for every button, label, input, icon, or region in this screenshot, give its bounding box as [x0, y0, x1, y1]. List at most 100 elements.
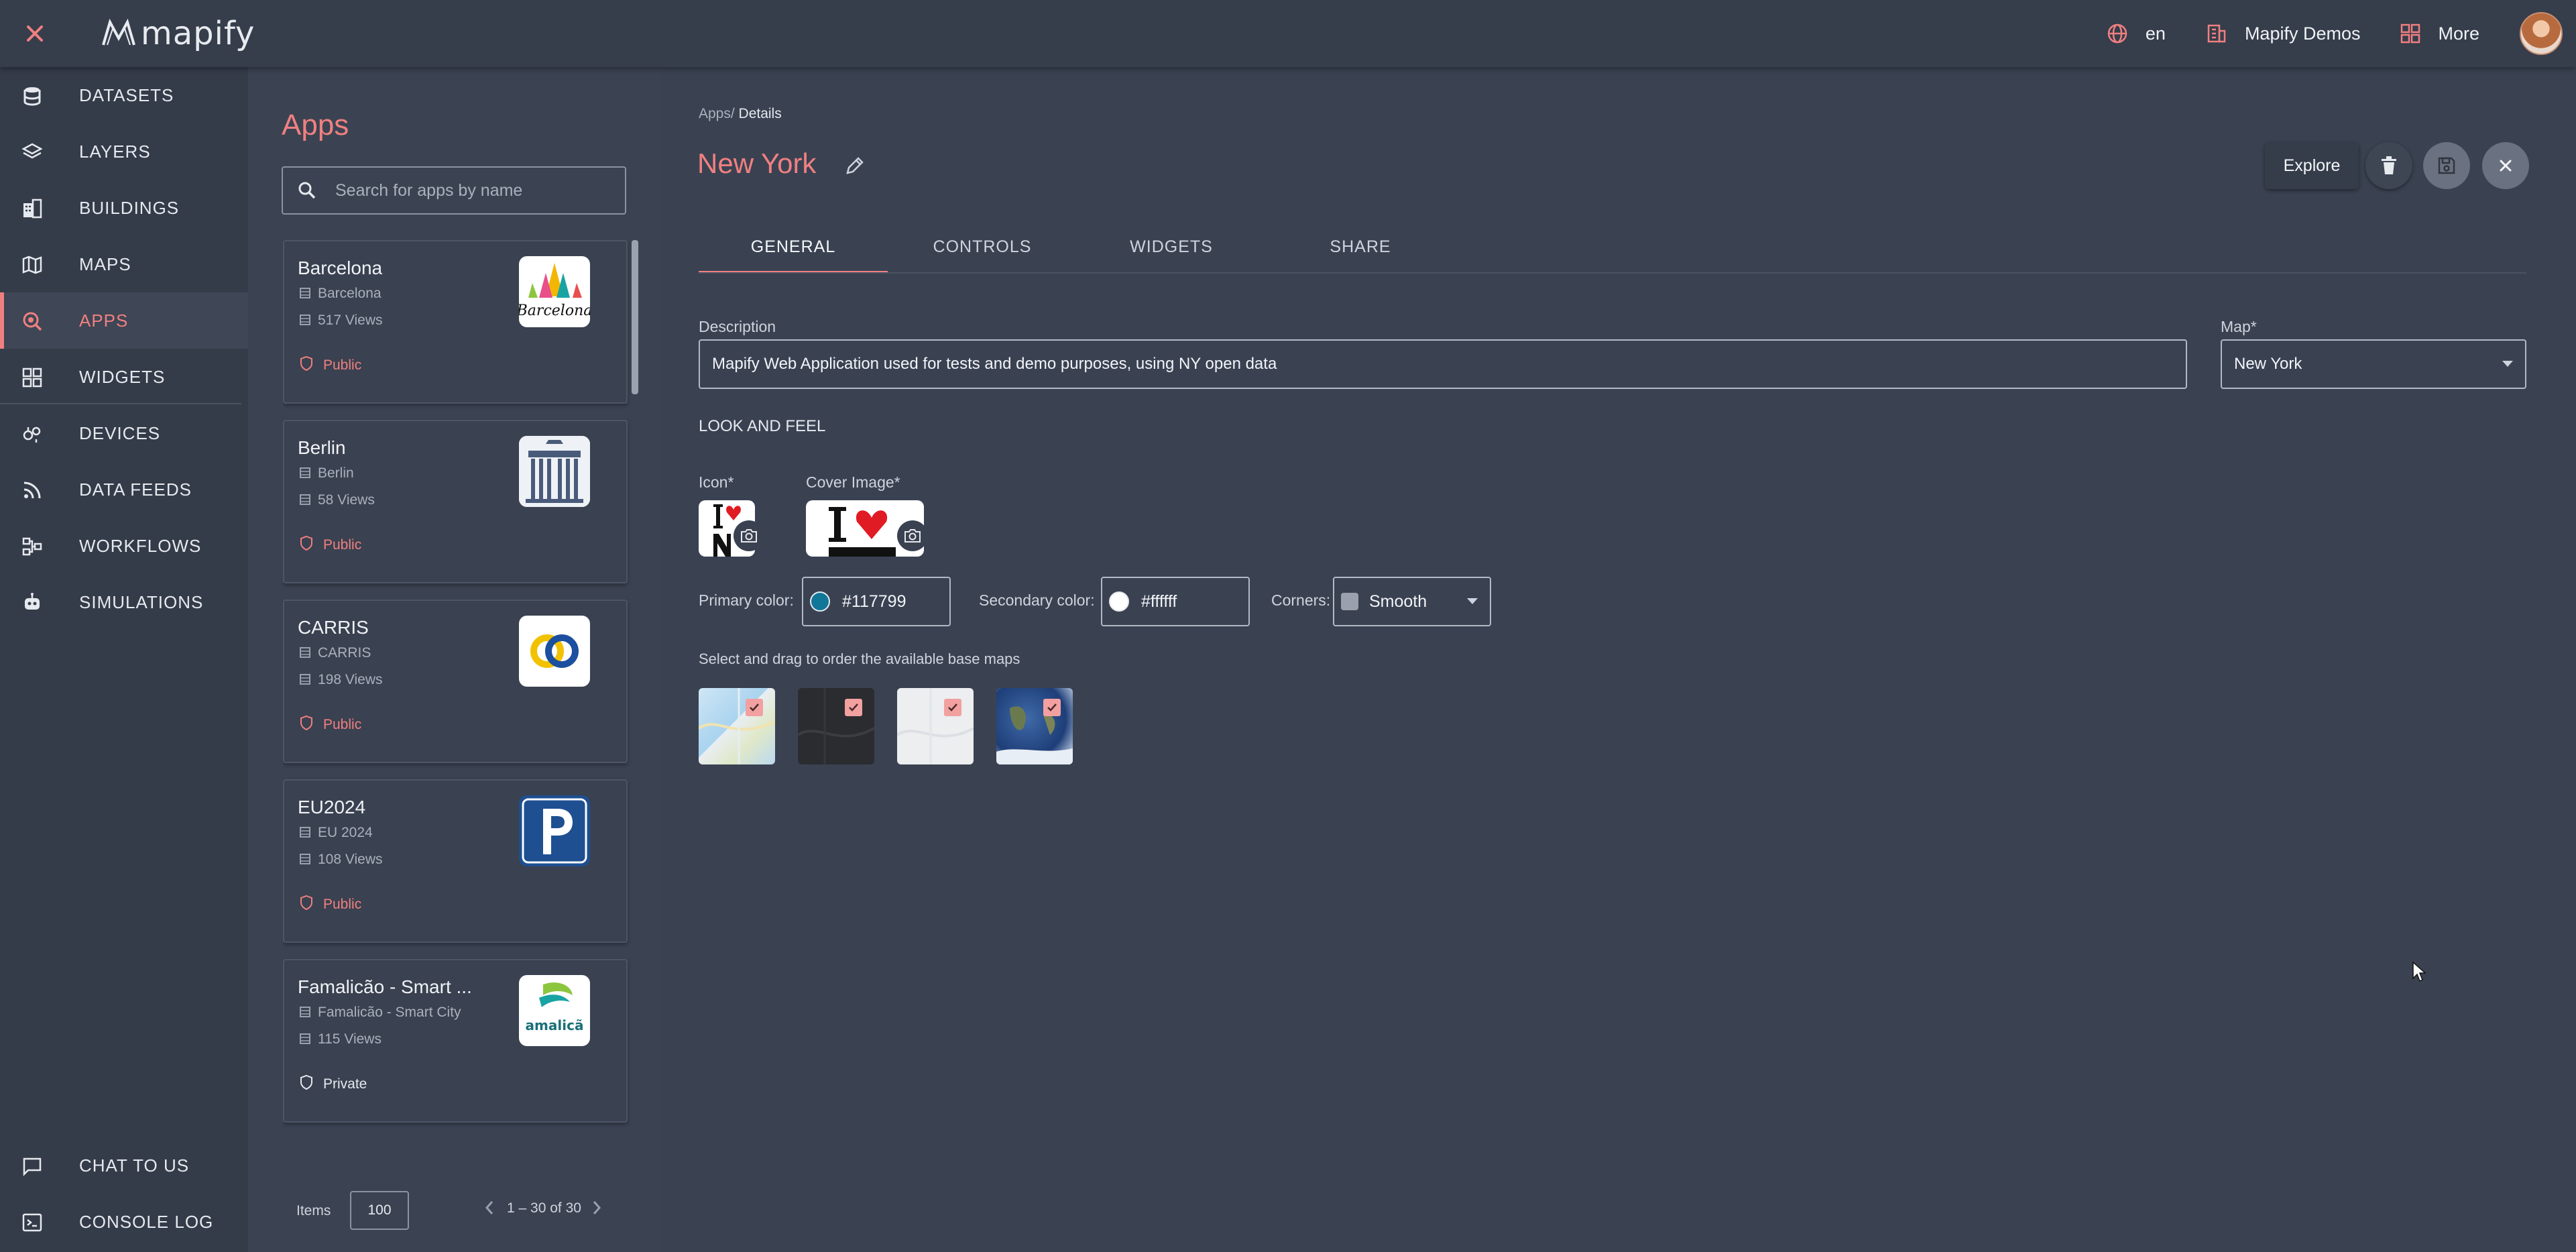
sidebar-item-maps[interactable]: MAPS — [0, 236, 248, 292]
sidebar-item-label: WIDGETS — [79, 366, 166, 387]
app-name: Barcelona — [298, 258, 383, 278]
basemap-satellite[interactable] — [996, 688, 1073, 764]
sidebar-item-label: SIMULATIONS — [79, 591, 204, 612]
checkbox-checked-icon[interactable] — [845, 699, 862, 716]
svg-text:Barcelona: Barcelona — [519, 302, 590, 319]
sidebar: DATASETS LAYERS BUILDINGS MAPS APPS WIDG… — [0, 67, 248, 1252]
change-cover-button[interactable] — [897, 520, 928, 551]
primary-color-value: #117799 — [842, 591, 906, 611]
views-icon — [300, 1033, 310, 1044]
map-select[interactable]: New York — [2221, 339, 2526, 389]
sidebar-item-widgets[interactable]: WIDGETS — [0, 349, 248, 405]
tab-controls[interactable]: CONTROLS — [888, 221, 1077, 272]
sidebar-item-devices[interactable]: DEVICES — [0, 405, 248, 461]
basemap-dark[interactable] — [798, 688, 874, 764]
building-icon — [2207, 24, 2226, 43]
search-input[interactable] — [334, 180, 605, 201]
svg-text:amalicã: amalicã — [526, 1017, 584, 1033]
shield-icon — [300, 1074, 312, 1090]
chat-icon — [23, 1157, 42, 1177]
secondary-color-swatch[interactable] — [1109, 591, 1129, 612]
organization-selector[interactable]: Mapify Demos — [2206, 23, 2360, 44]
sidebar-item-chat[interactable]: CHAT TO US — [0, 1137, 248, 1194]
app-name: Berlin — [298, 437, 346, 458]
primary-color-field[interactable]: #117799 — [802, 577, 951, 626]
app-visibility: Public — [323, 357, 362, 373]
sidebar-item-layers[interactable]: LAYERS — [0, 123, 248, 180]
app-name: CARRIS — [298, 617, 369, 638]
corners-value: Smooth — [1369, 591, 1427, 611]
app-subtitle: EU 2024 — [318, 825, 373, 840]
checkbox-checked-icon[interactable] — [944, 699, 961, 716]
more-menu[interactable]: More — [2400, 23, 2479, 44]
database-icon — [300, 1007, 310, 1017]
apps-icon — [23, 312, 42, 331]
checkbox-checked-icon[interactable] — [1043, 699, 1061, 716]
basemap-light[interactable] — [699, 688, 775, 764]
sidebar-item-datasets[interactable]: DATASETS — [0, 67, 248, 123]
sidebar-item-console-log[interactable]: CONSOLE LOG — [0, 1194, 248, 1250]
secondary-color-value: #ffffff — [1141, 591, 1177, 611]
corners-select[interactable]: Smooth — [1333, 577, 1491, 626]
tab-widgets[interactable]: WIDGETS — [1077, 221, 1266, 272]
app-visibility: Public — [323, 717, 362, 732]
primary-color-swatch[interactable] — [810, 591, 830, 612]
map-label: Map* — [2221, 318, 2257, 335]
breadcrumb-current: Details — [734, 106, 782, 121]
app-card-famalicao[interactable]: Famalicão - Smart ... Famalicão - Smart … — [283, 959, 628, 1123]
chevron-left-icon[interactable] — [483, 1199, 496, 1216]
avatar[interactable] — [2520, 12, 2563, 55]
app-name: Famalicão - Smart ... — [298, 976, 472, 997]
app-thumbnail-carris — [519, 616, 590, 687]
change-icon-button[interactable] — [734, 520, 764, 551]
apps-panel-title: Apps — [282, 109, 349, 141]
delete-button[interactable] — [2365, 142, 2412, 189]
app-name: EU2024 — [298, 797, 366, 817]
basemap-gray[interactable] — [897, 688, 974, 764]
explore-button[interactable]: Explore — [2265, 142, 2359, 189]
app-subtitle: CARRIS — [318, 645, 371, 661]
list-scrollbar[interactable] — [632, 240, 638, 394]
breadcrumb-apps-link[interactable]: Apps/ — [699, 106, 735, 121]
search-field[interactable] — [282, 166, 626, 215]
app-views: 517 Views — [318, 312, 383, 328]
sidebar-item-apps[interactable]: APPS — [0, 292, 248, 349]
checkbox-checked-icon[interactable] — [746, 699, 763, 716]
tab-share[interactable]: SHARE — [1266, 221, 1455, 272]
secondary-color-label: Secondary color: — [979, 591, 1095, 609]
secondary-color-field[interactable]: #ffffff — [1101, 577, 1250, 626]
language-selector[interactable]: en — [2107, 23, 2166, 44]
sidebar-item-label: LAYERS — [79, 141, 151, 162]
more-label: More — [2438, 23, 2479, 44]
sidebar-item-workflows[interactable]: WORKFLOWS — [0, 518, 248, 574]
mapify-logo-mark — [102, 18, 135, 46]
app-card-carris[interactable]: CARRIS CARRIS 198 Views Public — [283, 600, 628, 763]
camera-icon — [741, 529, 757, 543]
devices-icon — [23, 426, 41, 443]
app-views: 198 Views — [318, 672, 383, 687]
app-card-eu2024[interactable]: EU2024 EU 2024 108 Views Public — [283, 779, 628, 943]
sidebar-item-buildings[interactable]: BUILDINGS — [0, 180, 248, 236]
app-thumbnail-berlin — [519, 436, 590, 507]
save-button[interactable] — [2423, 142, 2470, 189]
pagination-range: 1 – 30 of 30 — [507, 1200, 581, 1216]
app-card-berlin[interactable]: Berlin Berlin 58 Views Public — [283, 420, 628, 583]
grid-icon — [2401, 23, 2420, 44]
app-card-barcelona[interactable]: Barcelona Barcelona 517 Views Public Bar… — [283, 240, 628, 404]
close-detail-button[interactable] — [2482, 142, 2529, 189]
pencil-icon[interactable] — [843, 154, 866, 177]
description-field[interactable]: Mapify Web Application used for tests an… — [699, 339, 2187, 389]
breadcrumb: Apps/ Details — [699, 106, 782, 122]
shield-icon — [300, 895, 312, 911]
sidebar-item-simulations[interactable]: SIMULATIONS — [0, 574, 248, 630]
sidebar-item-data-feeds[interactable]: DATA FEEDS — [0, 461, 248, 518]
tab-general[interactable]: GENERAL — [699, 221, 888, 274]
sidebar-item-label: CHAT TO US — [79, 1155, 190, 1176]
mapify-logo[interactable]: mapify — [101, 15, 255, 52]
items-per-page-input[interactable]: 100 — [350, 1191, 409, 1230]
close-icon[interactable] — [20, 19, 50, 48]
robot-icon — [25, 593, 40, 610]
app-thumbnail-famalicao: amalicã — [519, 975, 590, 1046]
chevron-right-icon[interactable] — [590, 1199, 603, 1216]
sidebar-item-label: DATASETS — [79, 84, 174, 105]
